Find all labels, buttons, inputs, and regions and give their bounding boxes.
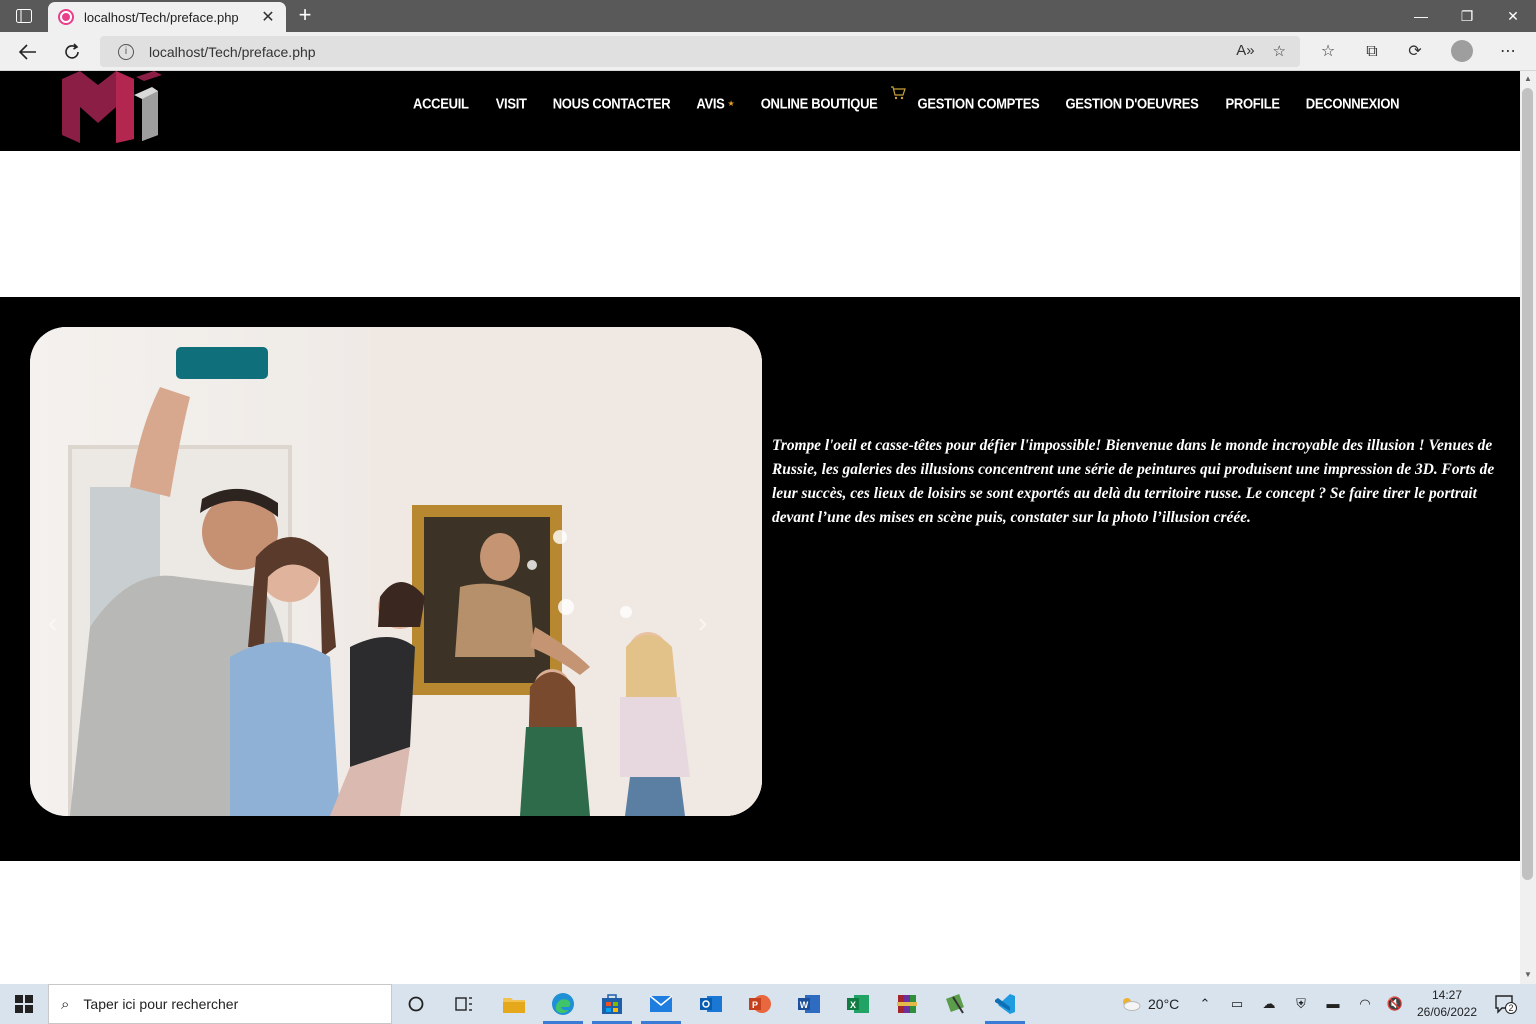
- new-tab-icon[interactable]: +: [294, 4, 316, 26]
- site-info-icon[interactable]: i: [118, 43, 134, 60]
- carousel-next-icon[interactable]: ›: [698, 607, 707, 639]
- winrar-icon[interactable]: [893, 990, 921, 1018]
- microsoft-store-icon[interactable]: [598, 990, 626, 1018]
- weather-cloud-icon[interactable]: [1118, 995, 1142, 1013]
- site-header: ACCEUIL VISIT NOUS CONTACTER AVIS ★ ONLI…: [0, 71, 1520, 151]
- excel-icon[interactable]: X: [844, 990, 872, 1018]
- spacer-section: [0, 151, 1520, 297]
- scrollbar-thumb[interactable]: [1522, 88, 1533, 880]
- carousel-image[interactable]: ‹ ›: [30, 327, 762, 816]
- site-favicon-icon: [58, 9, 74, 25]
- add-favorite-icon[interactable]: ☆: [1273, 42, 1286, 60]
- cortana-icon[interactable]: [402, 990, 430, 1018]
- read-aloud-icon[interactable]: A»: [1236, 42, 1254, 60]
- taskbar-search[interactable]: ⌕ Taper ici pour rechercher: [48, 984, 392, 1024]
- scroll-up-icon[interactable]: ▲: [1520, 71, 1536, 87]
- nav-link-online-boutique[interactable]: ONLINE BOUTIQUE: [761, 94, 878, 111]
- close-tab-icon[interactable]: ✕: [260, 7, 276, 27]
- windows-start-icon[interactable]: [0, 984, 48, 1024]
- outlook-icon[interactable]: [697, 990, 725, 1018]
- security-center-icon[interactable]: ⛨: [1292, 995, 1310, 1013]
- svg-text:W: W: [800, 1000, 809, 1010]
- show-hidden-icons-chevron-icon[interactable]: ⌃: [1196, 995, 1214, 1013]
- tab-actions-icon[interactable]: [12, 6, 36, 26]
- browser-essentials-icon[interactable]: ⟳: [1404, 41, 1426, 63]
- scroll-down-icon[interactable]: ▼: [1520, 967, 1536, 983]
- page-viewport: ACCEUIL VISIT NOUS CONTACTER AVIS ★ ONLI…: [0, 71, 1520, 984]
- volume-muted-icon[interactable]: 🔇: [1386, 995, 1404, 1013]
- hero-description: Trompe l'oeil et casse-têtes pour défier…: [772, 437, 1495, 526]
- main-nav: ACCEUIL VISIT NOUS CONTACTER AVIS ★ ONLI…: [413, 85, 1400, 113]
- battery-icon[interactable]: ▬: [1324, 995, 1342, 1013]
- nav-link-profile[interactable]: PROFILE: [1226, 94, 1281, 111]
- nav-link-visit[interactable]: VISIT: [496, 94, 527, 111]
- url-text[interactable]: localhost/Tech/preface.php: [149, 44, 316, 60]
- favorites-icon[interactable]: ☆: [1317, 41, 1339, 63]
- word-icon[interactable]: W: [795, 990, 823, 1018]
- site-logo[interactable]: [58, 71, 164, 143]
- tab-title: localhost/Tech/preface.php: [84, 9, 239, 25]
- profile-avatar-icon[interactable]: [1451, 40, 1473, 62]
- notification-count-badge: 2: [1505, 1002, 1517, 1014]
- taskbar-clock[interactable]: 14:27 26/06/2022: [1414, 987, 1480, 1021]
- star-icon: ★: [727, 98, 735, 108]
- nav-link-deconnexion[interactable]: DECONNEXION: [1306, 94, 1400, 111]
- minimize-window-icon[interactable]: —: [1398, 4, 1444, 28]
- browser-tab-active[interactable]: localhost/Tech/preface.php ✕: [48, 2, 286, 32]
- shopping-cart-icon[interactable]: [890, 85, 906, 105]
- nav-link-acceuil[interactable]: ACCEUIL: [413, 94, 469, 111]
- search-icon: ⌕: [61, 995, 70, 1013]
- edge-browser-icon[interactable]: [549, 990, 577, 1018]
- nav-link-gestion-oeuvres[interactable]: GESTION D'OEUVRES: [1065, 94, 1198, 111]
- nav-link-avis[interactable]: AVIS: [696, 94, 724, 111]
- clock-date: 26/06/2022: [1416, 1005, 1478, 1019]
- address-bar[interactable]: i localhost/Tech/preface.php A» ☆: [100, 36, 1300, 67]
- carousel-prev-icon[interactable]: ‹: [48, 607, 57, 639]
- svg-text:X: X: [850, 1000, 856, 1010]
- browser-tab-bar: localhost/Tech/preface.php ✕ + — ❐ ✕: [0, 0, 1536, 32]
- task-view-icon[interactable]: [450, 990, 478, 1018]
- hero-section: ‹ › Trompe l'oeil et casse-têtes pour dé…: [0, 297, 1520, 861]
- collections-icon[interactable]: ⧉: [1361, 41, 1383, 63]
- mail-icon[interactable]: [647, 990, 675, 1018]
- file-explorer-icon[interactable]: [500, 990, 528, 1018]
- meet-now-icon[interactable]: ▭: [1228, 995, 1246, 1013]
- settings-more-icon[interactable]: ⋯: [1497, 41, 1519, 63]
- vscode-icon[interactable]: [991, 990, 1019, 1018]
- onedrive-icon[interactable]: ☁: [1260, 995, 1278, 1013]
- utility-app-icon[interactable]: [942, 990, 970, 1018]
- windows-taskbar: ⌕ Taper ici pour rechercher P W X 20°C ⌃…: [0, 984, 1536, 1024]
- nav-link-contact[interactable]: NOUS CONTACTER: [553, 94, 671, 111]
- wifi-icon[interactable]: ◠: [1356, 995, 1374, 1013]
- nav-link-gestion-comptes[interactable]: GESTION COMPTES: [918, 94, 1040, 111]
- taskbar-search-placeholder: Taper ici pour rechercher: [83, 996, 239, 1012]
- restore-window-icon[interactable]: ❐: [1444, 4, 1490, 28]
- back-arrow-icon[interactable]: [16, 40, 40, 64]
- browser-toolbar: i localhost/Tech/preface.php A» ☆ ☆ ⧉ ⟳ …: [0, 32, 1536, 71]
- powerpoint-icon[interactable]: P: [746, 990, 774, 1018]
- notification-center-icon[interactable]: 2: [1494, 994, 1517, 1014]
- close-window-icon[interactable]: ✕: [1490, 4, 1536, 28]
- svg-text:P: P: [752, 1000, 758, 1010]
- refresh-icon[interactable]: [60, 40, 84, 64]
- weather-temperature[interactable]: 20°C: [1148, 996, 1179, 1012]
- clock-time: 14:27: [1431, 988, 1463, 1002]
